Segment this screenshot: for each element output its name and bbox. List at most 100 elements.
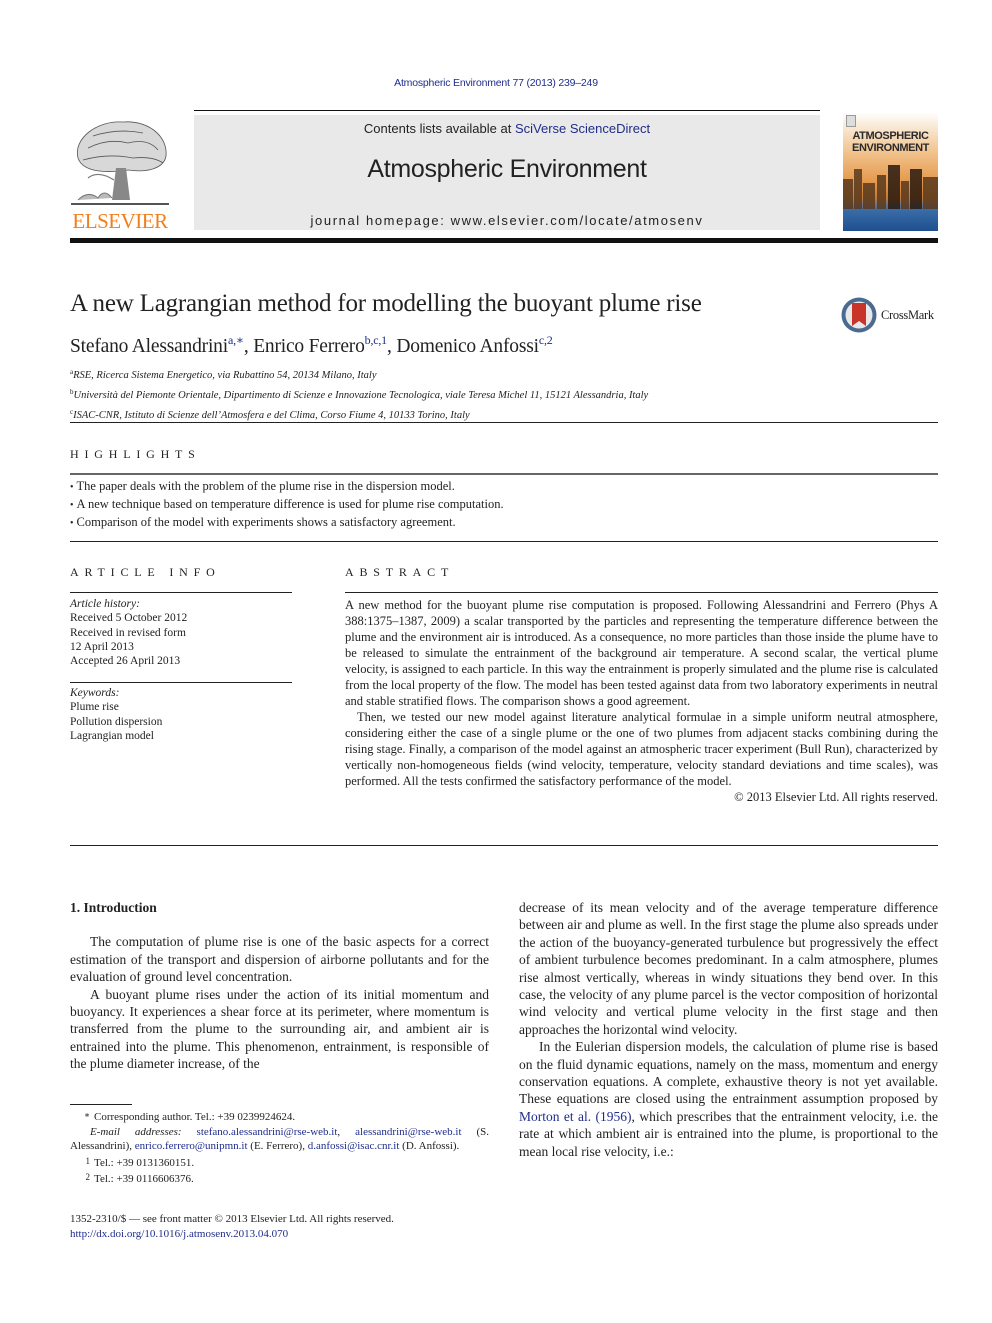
journal-homepage[interactable]: journal homepage: www.elsevier.com/locat…	[194, 213, 820, 228]
abstract-body: A new method for the buoyant plume rise …	[345, 597, 938, 805]
keywords: Keywords: Plume rise Pollution dispersio…	[70, 686, 292, 743]
section-heading-introduction: 1. Introduction	[70, 900, 157, 915]
cover-title-line-2: ENVIRONMENT	[852, 142, 929, 154]
affiliation: cISAC-CNR, Istituto di Scienze dell’Atmo…	[70, 404, 648, 424]
email-link[interactable]: d.anfossi@isac.cnr.it	[308, 1140, 400, 1152]
doi-link[interactable]: http://dx.doi.org/10.1016/j.atmosenv.201…	[70, 1228, 288, 1240]
footnote-mark: 2	[85, 1172, 91, 1182]
abstract-heading: ABSTRACT	[345, 565, 455, 579]
history-item: Accepted 26 April 2013	[70, 655, 181, 668]
keywords-label: Keywords:	[70, 687, 120, 699]
author-name: Domenico Anfossi	[396, 336, 539, 357]
divider	[70, 541, 938, 542]
footnote-1: 1 Tel.: +39 0131360151.	[70, 1154, 489, 1171]
highlights-heading: HIGHLIGHTS	[70, 447, 201, 461]
footnote-emails: E-mail addresses: stefano.alessandrini@r…	[70, 1125, 490, 1153]
article-title: A new Lagrangian method for modelling th…	[70, 290, 702, 317]
article-history: Article history: Received 5 October 2012…	[70, 597, 292, 668]
history-label: Article history:	[70, 598, 140, 610]
author[interactable]: Stefano Alessandrinia,∗	[70, 333, 244, 357]
paragraph-text: In the Eulerian dispersion models, the c…	[519, 1039, 938, 1107]
elsevier-logo[interactable]: ELSEVIER	[68, 118, 172, 234]
journal-cover[interactable]: ATMOSPHERIC ENVIRONMENT	[843, 112, 938, 231]
email-owner: (D. Anfossi).	[402, 1140, 460, 1152]
footnote-text: Tel.: +39 0116606376.	[94, 1173, 194, 1185]
email-link[interactable]: enrico.ferrero@unipmn.it	[135, 1140, 248, 1152]
divider	[345, 592, 938, 593]
journal-title: Atmospheric Environment	[367, 155, 647, 183]
email-link[interactable]: alessandrini@rse-web.it	[355, 1126, 461, 1138]
affiliation-text: RSE, Ricerca Sistema Energetico, via Rub…	[73, 370, 377, 381]
highlight-item: A new technique based on temperature dif…	[70, 496, 504, 514]
cover-publisher-badge	[846, 115, 856, 127]
history-item: Received in revised form	[70, 626, 186, 639]
footnote-corresponding: ∗ Corresponding author. Tel.: +39 0239924…	[70, 1108, 489, 1125]
affiliations: aRSE, Ricerca Sistema Energetico, via Ru…	[70, 364, 648, 424]
abstract-paragraph: A new method for the buoyant plume rise …	[345, 598, 938, 708]
author[interactable]: Domenico Anfossic,2	[396, 333, 553, 357]
elsevier-tree-icon	[71, 121, 169, 205]
footnote-2: 2 Tel.: +39 0116606376.	[70, 1170, 489, 1187]
author-affiliation-marks[interactable]: b,c,1	[365, 333, 388, 347]
history-item: Received 5 October 2012	[70, 612, 188, 625]
highlights-list: The paper deals with the problem of the …	[70, 478, 504, 532]
body-paragraph: The computation of plume rise is one of …	[70, 934, 489, 985]
abstract-copyright: © 2013 Elsevier Ltd. All rights reserved…	[734, 790, 938, 804]
email-owner: (E. Ferrero),	[250, 1140, 305, 1152]
citation-link-morton-1956[interactable]: Morton et al. (1956)	[519, 1109, 632, 1124]
abstract-paragraph: Then, we tested our new model against li…	[345, 710, 938, 788]
divider	[70, 422, 938, 423]
cover-title-line-1: ATMOSPHERIC	[852, 130, 929, 142]
author-affiliation-marks[interactable]: c,2	[539, 333, 553, 347]
footnote-mark: ∗	[83, 1110, 90, 1120]
cover-title: ATMOSPHERIC ENVIRONMENT	[843, 130, 938, 154]
divider	[70, 592, 292, 593]
header-top-rule	[194, 110, 820, 111]
author-name: Enrico Ferrero	[253, 336, 365, 357]
highlight-item: The paper deals with the problem of the …	[70, 478, 504, 496]
city-skyline-icon	[843, 165, 938, 209]
crossmark-icon	[841, 297, 877, 333]
contents-prefix: Contents lists available at	[363, 121, 515, 136]
front-matter: 1352-2310/$ — see front matter © 2013 El…	[70, 1212, 394, 1241]
keyword: Pollution dispersion	[70, 715, 163, 728]
article-info-heading: ARTICLE INFO	[70, 565, 221, 579]
footnote-text: Corresponding author. Tel.: +39 02399246…	[94, 1111, 296, 1123]
body-paragraph: decrease of its mean velocity and of the…	[519, 900, 938, 1037]
author-affiliation-marks[interactable]: a,∗	[228, 333, 244, 347]
keyword: Lagrangian model	[70, 729, 154, 742]
author[interactable]: Enrico Ferrerob,c,1	[253, 333, 388, 357]
issn-line: 1352-2310/$ — see front matter © 2013 El…	[70, 1213, 394, 1225]
author-list: Stefano Alessandrinia,∗, Enrico Ferrerob…	[70, 333, 553, 358]
divider	[70, 473, 938, 475]
body-paragraph: A buoyant plume rises under the action o…	[70, 986, 489, 1072]
elsevier-wordmark: ELSEVIER	[72, 209, 168, 233]
journal-banner: Contents lists available at SciVerse Sci…	[194, 115, 820, 230]
affiliation: bUniversità del Piemonte Orientale, Dipa…	[70, 384, 648, 404]
author-separator: ,	[243, 336, 254, 357]
keyword: Plume rise	[70, 701, 119, 714]
contents-line: Contents lists available at SciVerse Sci…	[194, 121, 820, 136]
body-left-column: 1. Introduction The computation of plume…	[70, 899, 489, 1073]
header-thick-rule	[70, 238, 938, 243]
footnote-text: Tel.: +39 0131360151.	[94, 1156, 195, 1169]
author-separator: ,	[386, 336, 397, 357]
body-right-column: decrease of its mean velocity and of the…	[519, 899, 938, 1160]
footnotes: ∗ Corresponding author. Tel.: +39 0239924…	[70, 1108, 489, 1187]
divider	[70, 682, 292, 683]
footnote-rule	[70, 1104, 132, 1105]
highlight-item: Comparison of the model with experiments…	[70, 514, 504, 532]
email-label: E-mail addresses:	[90, 1125, 182, 1138]
affiliation-text: ISAC-CNR, Istituto di Scienze dell’Atmos…	[73, 410, 470, 421]
crossmark-label: CrossMark	[881, 308, 934, 322]
email-link[interactable]: stefano.alessandrini@rse-web.it	[197, 1126, 338, 1138]
footnote-mark: 1	[85, 1155, 91, 1166]
history-item: 12 April 2013	[70, 640, 134, 653]
author-name: Stefano Alessandrini	[70, 336, 228, 357]
sciencedirect-link[interactable]: SciVerse ScienceDirect	[515, 121, 650, 136]
affiliation: aRSE, Ricerca Sistema Energetico, via Ru…	[70, 364, 648, 384]
body-paragraph: In the Eulerian dispersion models, the c…	[519, 1038, 938, 1160]
affiliation-text: Università del Piemonte Orientale, Dipar…	[73, 390, 649, 401]
crossmark-button[interactable]: CrossMark	[840, 296, 940, 334]
journal-citation[interactable]: Atmospheric Environment 77 (2013) 239–24…	[0, 77, 992, 89]
